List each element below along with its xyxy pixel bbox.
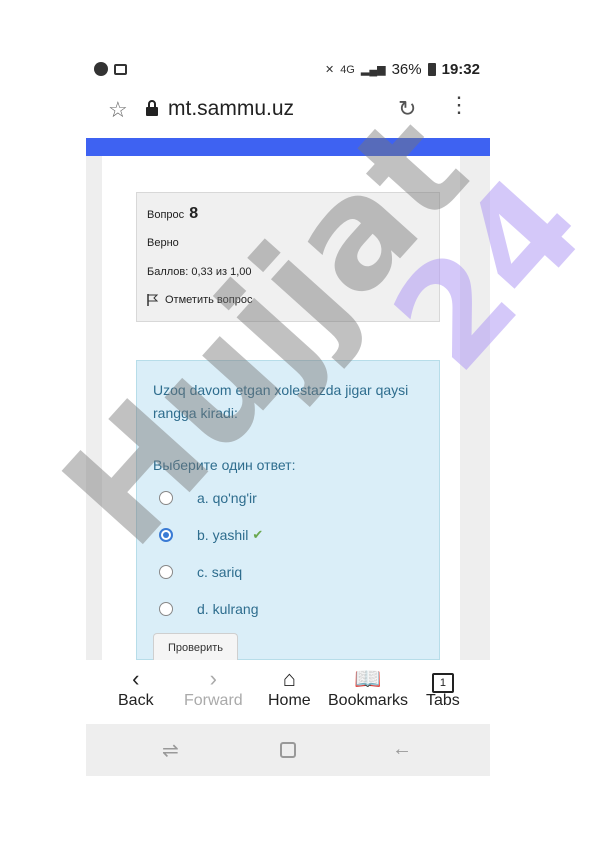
answer-label-a: a. qo'ng'ir [197,489,257,506]
signal-icon: ▂▄▆ [360,64,386,76]
check-button[interactable]: Проверить [153,633,239,662]
app-notification-icon [94,62,108,76]
question-number: 8 [189,205,199,222]
forward-button[interactable]: › Forward [184,666,243,710]
tabs-label: Tabs [426,692,460,709]
home-icon: ⌂ [282,666,296,691]
answer-label-d: d. kulrang [197,600,259,617]
answer-option-d[interactable]: d. kulrang [159,590,263,627]
battery-percent: 36% [391,61,422,78]
mute-icon: ✕ [324,64,335,76]
home-label: Home [268,692,311,709]
question-grade: Баллов: 0,33 из 1,00 [147,266,252,278]
home-button[interactable]: ⌂ Home [268,666,311,710]
system-nav-bar: ⇌ ← [86,724,490,776]
question-label: Вопрос [147,209,185,221]
battery-icon [427,63,436,76]
answer-option-c[interactable]: c. sariq [159,553,263,590]
radio-d[interactable] [159,601,173,616]
lock-icon [146,100,158,116]
question-box: Uzoq davom etgan xolestazda jigar qaysi … [136,360,440,662]
url-field[interactable]: mt.sammu.uz [168,97,294,121]
tabs-icon: 1 [426,666,460,693]
bookmarks-button[interactable]: 📖 Bookmarks [328,666,408,710]
network-label: 4G [340,63,355,76]
forward-icon: › [209,666,217,691]
reload-icon[interactable]: ↻ [398,96,416,122]
back-icon: ‹ [132,666,140,691]
correct-check-icon: ✔ [252,526,264,542]
answer-label-c: c. sariq [197,563,243,580]
page-content: Вопрос 8 Верно Баллов: 0,33 из 1,00 Отме… [86,156,490,662]
phone-screen: ✕ 4G ▂▄▆ 36% 19:32 ☆ mt.sammu.uz ↻ ⋮ Воп… [86,56,490,776]
status-bar: ✕ 4G ▂▄▆ 36% 19:32 [86,56,490,84]
image-notification-icon [114,63,127,75]
flag-icon [147,294,159,306]
answer-list: a. qo'ng'ir b. yashil ✔ c. sariq d. kulr… [159,479,263,627]
system-back-icon[interactable]: ← [392,738,412,761]
radio-a[interactable] [159,490,173,505]
bookmarks-icon: 📖 [354,666,382,691]
recent-apps-icon[interactable]: ⇌ [162,738,179,763]
tabs-button[interactable]: 1 Tabs [426,666,460,710]
answer-label-b: b. yashil [197,526,249,543]
home-system-icon[interactable] [280,742,296,758]
flag-label: Отметить вопрос [165,294,253,306]
menu-icon[interactable]: ⋮ [448,94,470,116]
question-state: Верно [147,237,179,249]
back-label: Back [118,692,154,709]
question-text: Uzoq davom etgan xolestazda jigar qaysi … [153,382,409,421]
star-icon[interactable]: ☆ [108,97,128,123]
radio-b[interactable] [159,527,173,542]
answer-option-b[interactable]: b. yashil ✔ [159,516,263,553]
clock: 19:32 [441,61,480,78]
flag-question-link[interactable]: Отметить вопрос [147,294,252,306]
forward-label: Forward [184,692,243,709]
answer-prompt: Выберите один ответ: [153,457,296,473]
answer-option-a[interactable]: a. qo'ng'ir [159,479,263,516]
site-header-bar [86,138,490,156]
address-bar: ☆ mt.sammu.uz ↻ ⋮ [86,84,490,136]
tabs-count: 1 [431,673,454,693]
browser-bottom-nav: ‹ Back › Forward ⌂ Home 📖 Bookmarks 1 Ta… [86,660,490,724]
question-info-box: Вопрос 8 Верно Баллов: 0,33 из 1,00 Отме… [136,192,440,322]
radio-c[interactable] [159,564,173,579]
back-button[interactable]: ‹ Back [118,666,154,710]
bookmarks-label: Bookmarks [328,692,409,709]
